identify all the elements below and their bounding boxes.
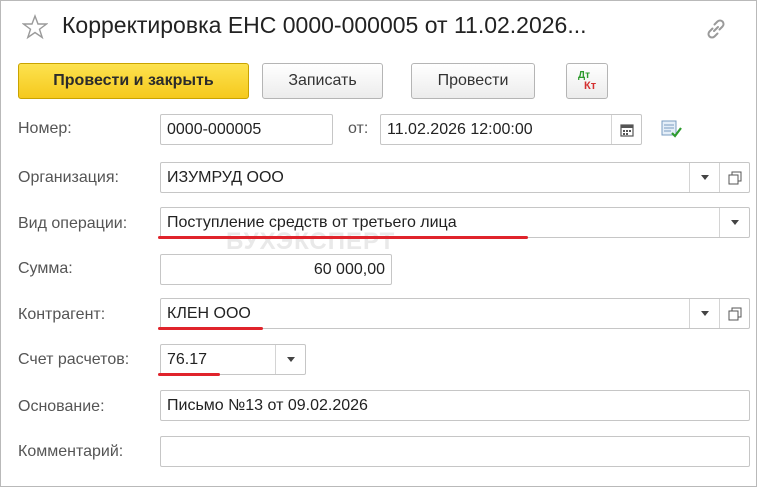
operation-type-field[interactable]: Поступление средств от третьего лица xyxy=(160,207,750,238)
amount-field[interactable]: 60 000,00 xyxy=(160,254,392,285)
link-icon[interactable] xyxy=(703,16,729,42)
counterparty-dropdown-button[interactable] xyxy=(689,299,719,328)
dt-kt-button[interactable]: Дт Кт xyxy=(566,63,608,99)
date-label: от: xyxy=(348,120,369,137)
highlight-underline xyxy=(158,327,263,330)
post-and-close-button[interactable]: Провести и закрыть xyxy=(18,63,249,99)
number-label: Номер: xyxy=(18,120,72,137)
number-field[interactable]: 0000-000005 xyxy=(160,114,333,145)
basis-field[interactable]: Письмо №13 от 09.02.2026 xyxy=(160,390,750,421)
counterparty-open-button[interactable] xyxy=(719,299,749,328)
amount-value: 60 000,00 xyxy=(313,260,385,278)
open-copy-icon xyxy=(728,307,741,320)
account-dropdown-button[interactable] xyxy=(275,345,305,374)
favorite-star-icon[interactable] xyxy=(22,14,48,40)
number-value: 0000-000005 xyxy=(167,120,262,138)
date-field[interactable]: 11.02.2026 12:00:00 xyxy=(380,114,642,145)
calendar-button[interactable] xyxy=(611,115,641,144)
save-button[interactable]: Записать xyxy=(262,63,383,99)
open-copy-icon xyxy=(728,171,741,184)
comment-field[interactable] xyxy=(160,436,750,467)
account-field[interactable]: 76.17 xyxy=(160,344,306,375)
date-value: 11.02.2026 12:00:00 xyxy=(387,120,533,138)
post-button[interactable]: Провести xyxy=(411,63,535,99)
kt-label: Кт xyxy=(584,80,597,92)
window-title: Корректировка ЕНС 0000-000005 от 11.02.2… xyxy=(62,12,587,38)
counterparty-value: КЛЕН ООО xyxy=(167,304,251,322)
operation-type-value: Поступление средств от третьего лица xyxy=(167,213,457,231)
amount-label: Сумма: xyxy=(18,260,73,277)
counterparty-label: Контрагент: xyxy=(18,306,106,323)
chevron-down-icon xyxy=(286,357,295,362)
organization-open-button[interactable] xyxy=(719,163,749,192)
basis-value: Письмо №13 от 09.02.2026 xyxy=(167,396,368,414)
document-check-icon[interactable] xyxy=(660,119,684,139)
operation-type-dropdown-button[interactable] xyxy=(719,208,749,237)
chevron-down-icon xyxy=(700,311,709,316)
chevron-down-icon xyxy=(700,175,709,180)
highlight-underline xyxy=(158,236,528,239)
operation-type-label: Вид операции: xyxy=(18,215,128,232)
highlight-underline xyxy=(158,373,220,376)
account-value: 76.17 xyxy=(167,350,208,368)
counterparty-field[interactable]: КЛЕН ООО xyxy=(160,298,750,329)
calendar-icon xyxy=(619,123,634,137)
organization-label: Организация: xyxy=(18,169,119,186)
organization-dropdown-button[interactable] xyxy=(689,163,719,192)
organization-value: ИЗУМРУД ООО xyxy=(167,168,284,186)
organization-field[interactable]: ИЗУМРУД ООО xyxy=(160,162,750,193)
basis-label: Основание: xyxy=(18,398,105,415)
chevron-down-icon xyxy=(730,220,739,225)
comment-label: Комментарий: xyxy=(18,443,124,460)
account-label: Счет расчетов: xyxy=(18,351,130,368)
title-bar: Корректировка ЕНС 0000-000005 от 11.02.2… xyxy=(0,0,757,56)
